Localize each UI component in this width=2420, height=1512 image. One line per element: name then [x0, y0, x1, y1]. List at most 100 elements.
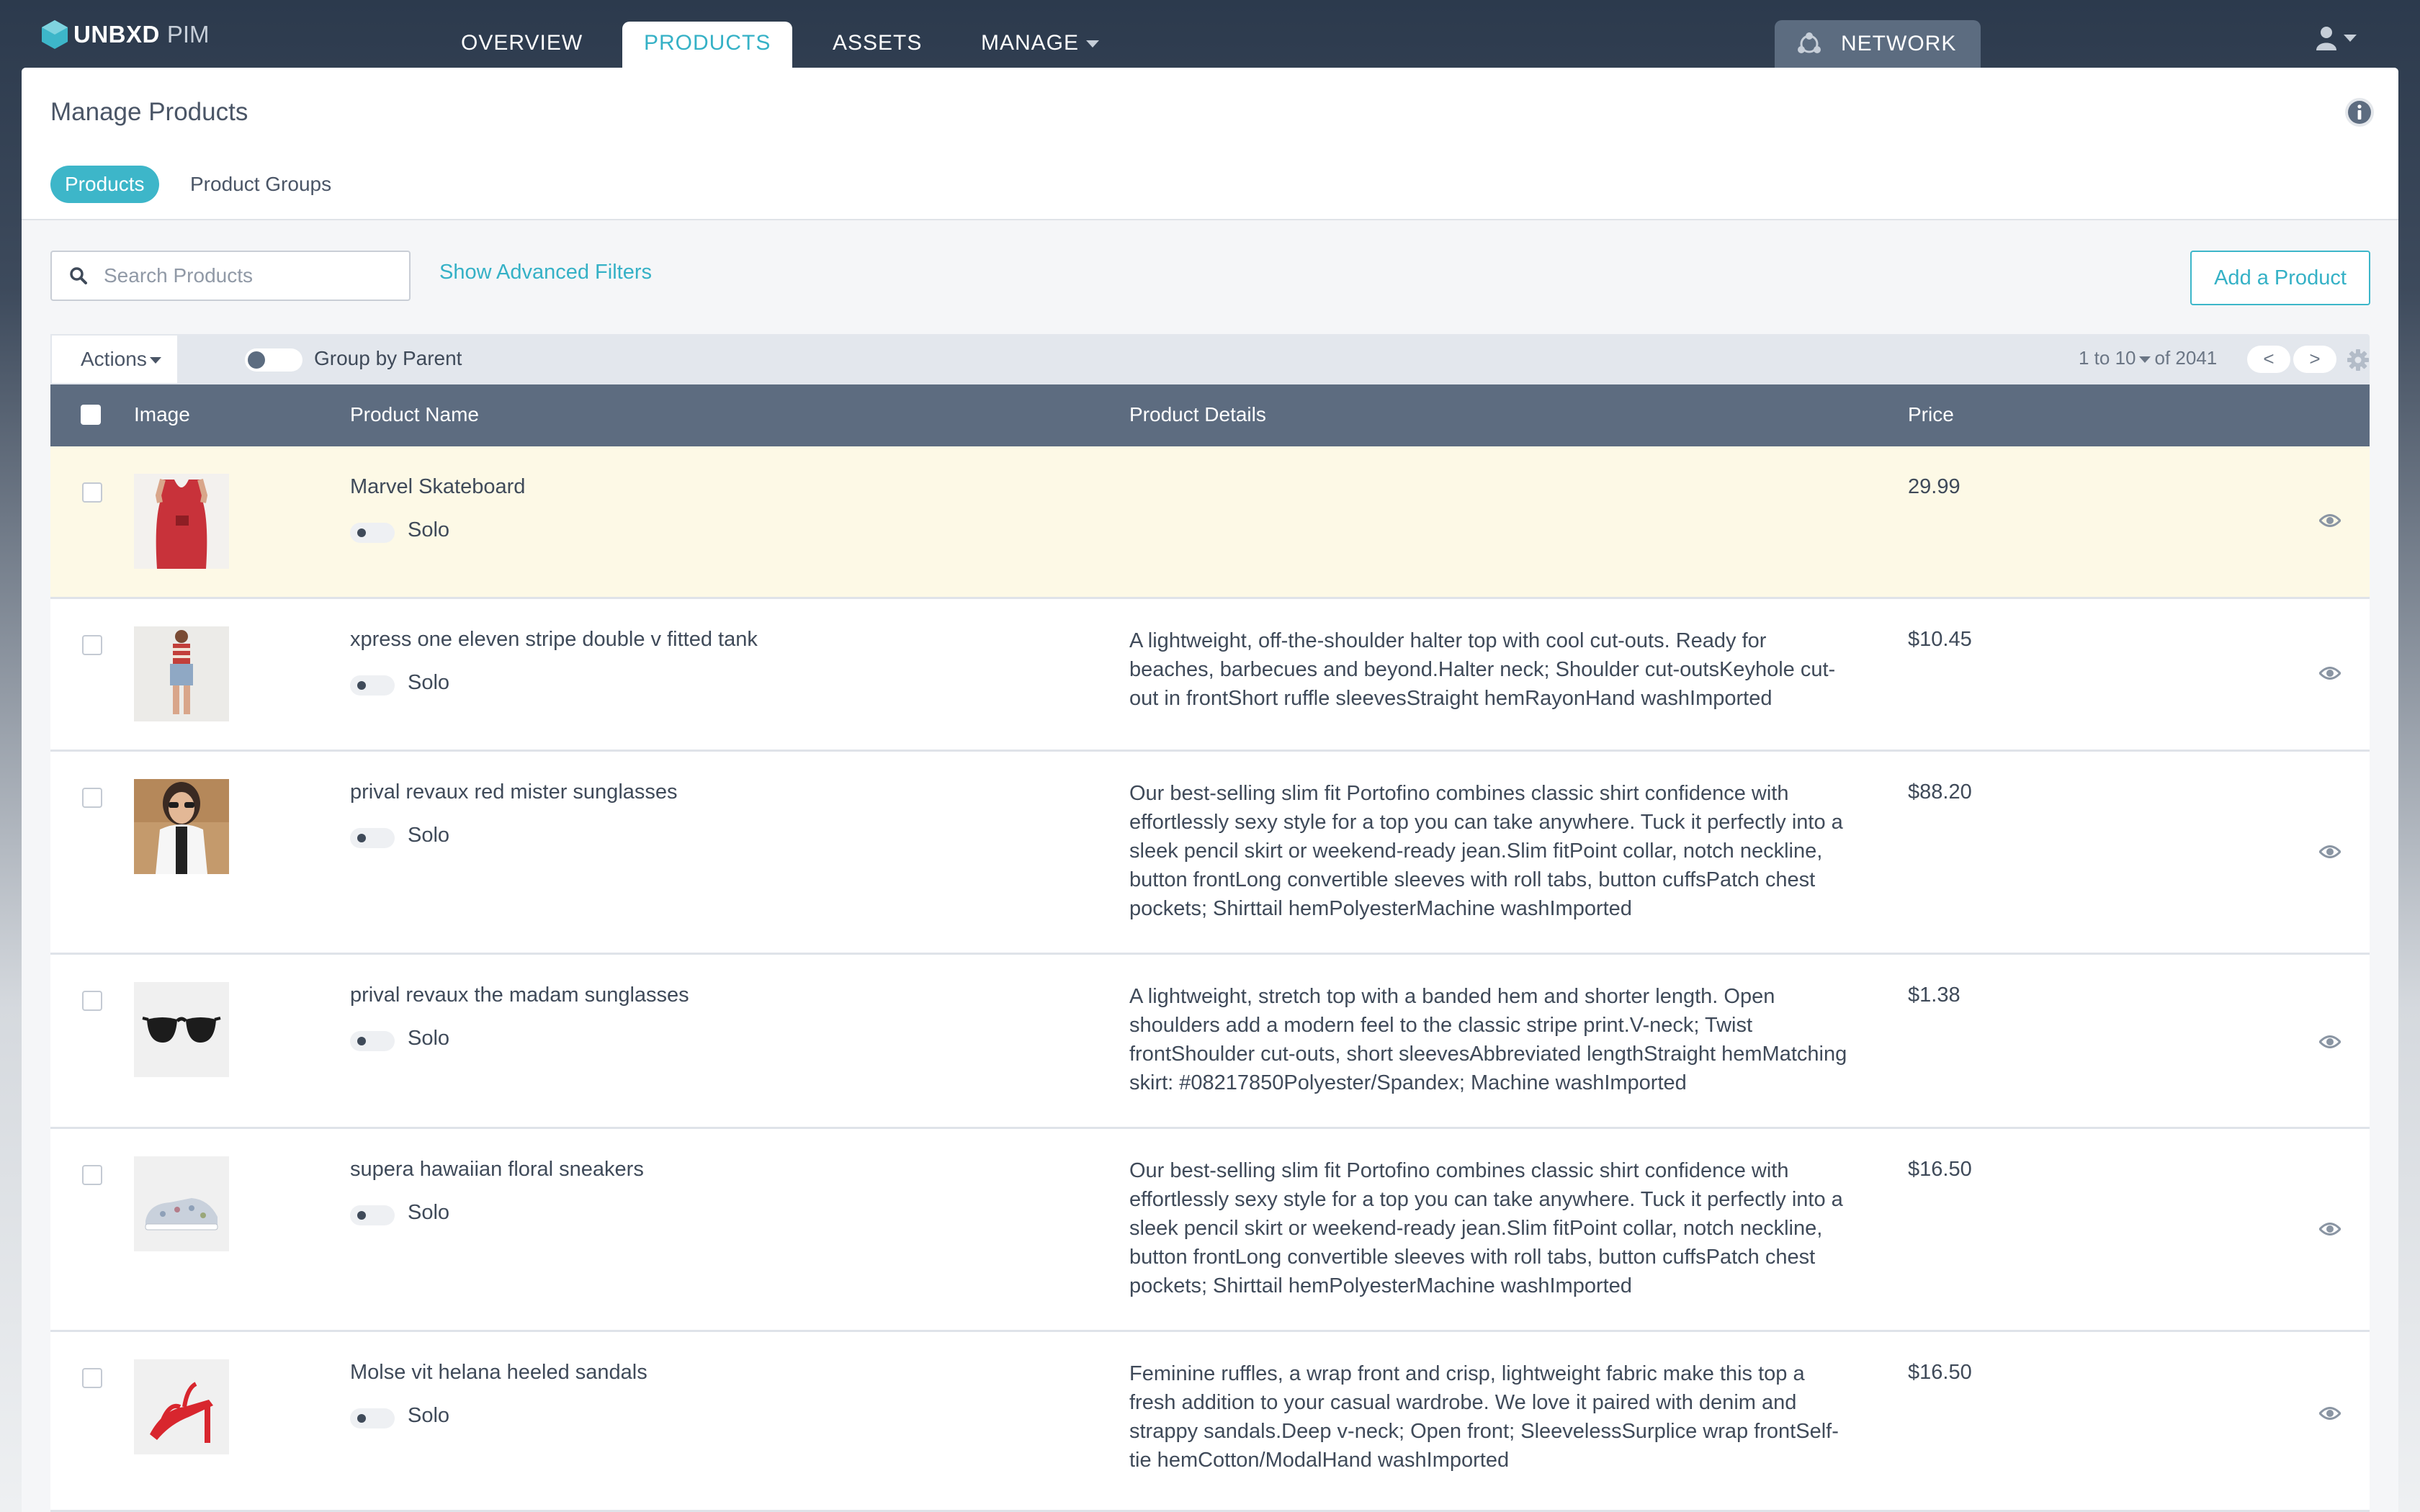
product-price: $10.45	[1908, 628, 1972, 651]
table-row[interactable]: prival revaux the madam sunglasses Solo …	[50, 955, 2370, 1129]
eye-icon[interactable]	[2319, 665, 2341, 681]
eye-icon[interactable]	[2319, 513, 2341, 528]
product-details: Our best-selling slim fit Portofino comb…	[1129, 1159, 1843, 1297]
product-price: 29.99	[1908, 475, 1960, 498]
product-type: Solo	[408, 824, 450, 847]
row-checkbox[interactable]	[82, 1368, 102, 1388]
nav-tab-assets[interactable]: ASSETS	[811, 22, 944, 68]
product-name[interactable]: supera hawaiian floral sneakers	[350, 1158, 644, 1182]
row-checkbox[interactable]	[82, 635, 102, 655]
model-denim-shorts-image	[134, 626, 229, 721]
group-by-parent-label: Group by Parent	[314, 347, 462, 369]
chevron-down-icon	[149, 357, 161, 364]
product-name[interactable]: prival revaux the madam sunglasses	[350, 984, 689, 1007]
subtab-product-groups[interactable]: Product Groups	[190, 166, 331, 203]
red-heeled-sandal-image	[134, 1359, 229, 1454]
eye-icon[interactable]	[2319, 844, 2341, 860]
info-icon[interactable]	[2344, 96, 2375, 128]
product-details: A lightweight, off-the-shoulder halter t…	[1129, 629, 1836, 710]
product-thumbnail[interactable]	[134, 1156, 229, 1251]
column-header-product-name[interactable]: Product Name	[350, 403, 479, 426]
actions-label: Actions	[81, 348, 147, 370]
row-checkbox[interactable]	[82, 482, 102, 503]
add-product-button[interactable]: Add a Product	[2190, 251, 2370, 305]
total-count: of 2041	[2154, 347, 2218, 369]
solo-dot	[357, 681, 366, 690]
pagination-info: 1 to 10 of 2041	[2079, 347, 2217, 369]
search-field[interactable]	[50, 251, 411, 301]
table-toolbar: Actions Group by Parent 1 to 10 of 2041 <…	[50, 334, 2370, 384]
row-checkbox[interactable]	[82, 1165, 102, 1185]
network-label: NETWORK	[1841, 32, 1957, 55]
gear-icon[interactable]	[2347, 348, 2370, 372]
next-page-button[interactable]: >	[2293, 346, 2336, 373]
row-checkbox[interactable]	[82, 991, 102, 1011]
actions-dropdown[interactable]: Actions	[50, 334, 179, 384]
product-thumbnail[interactable]	[134, 1359, 229, 1454]
user-icon	[2316, 27, 2336, 50]
select-all-checkbox[interactable]	[81, 405, 101, 425]
table-row[interactable]: supera hawaiian floral sneakers Solo Our…	[50, 1129, 2370, 1332]
solo-indicator	[350, 675, 395, 696]
product-thumbnail[interactable]	[134, 626, 229, 721]
table-header: Image Product Name Product Details Price	[50, 384, 2370, 446]
solo-dot	[357, 1211, 366, 1220]
chevron-down-icon[interactable]	[2138, 356, 2151, 363]
solo-indicator	[350, 1408, 395, 1428]
nav-tab-label: OVERVIEW	[461, 31, 583, 55]
table-row[interactable]: Marvel Skateboard Solo 29.99	[50, 446, 2370, 599]
nav-tab-products[interactable]: PRODUCTS	[622, 22, 793, 68]
product-price: $16.50	[1908, 1361, 1972, 1384]
nav-tab-overview[interactable]: OVERVIEW	[439, 22, 604, 68]
top-nav: UNBXD PIM OVERVIEW PRODUCTS ASSETS MANAG…	[0, 0, 2420, 68]
brand-product: PIM	[166, 21, 210, 48]
product-thumbnail[interactable]	[134, 474, 229, 569]
product-type: Solo	[408, 518, 450, 541]
group-by-parent-toggle[interactable]	[245, 348, 302, 372]
column-header-image[interactable]: Image	[134, 403, 190, 426]
nav-tab-manage[interactable]: MANAGE	[959, 22, 1121, 68]
product-name[interactable]: Marvel Skateboard	[350, 475, 525, 499]
table-row[interactable]: xpress one eleven stripe double v fitted…	[50, 599, 2370, 752]
page-size-select[interactable]: 1 to 10	[2079, 347, 2136, 369]
prev-page-button[interactable]: <	[2247, 346, 2290, 373]
product-type: Solo	[408, 1404, 450, 1427]
network-button[interactable]: NETWORK	[1775, 20, 1981, 68]
subtab-products[interactable]: Products	[50, 166, 159, 203]
column-header-price[interactable]: Price	[1908, 403, 1954, 426]
row-checkbox[interactable]	[82, 788, 102, 808]
chevron-down-icon	[1086, 40, 1100, 48]
product-type: Solo	[408, 1201, 450, 1224]
table-row[interactable]: prival revaux red mister sunglasses Solo…	[50, 752, 2370, 955]
user-menu[interactable]	[2316, 26, 2357, 50]
eye-icon[interactable]	[2319, 1221, 2341, 1237]
product-details: Feminine ruffles, a wrap front and crisp…	[1129, 1362, 1839, 1472]
solo-indicator	[350, 828, 395, 848]
search-icon	[70, 267, 87, 284]
eye-icon[interactable]	[2319, 1405, 2341, 1421]
red-tank-top-image	[134, 474, 229, 569]
product-thumbnail[interactable]	[134, 779, 229, 874]
solo-dot	[357, 1037, 366, 1045]
product-thumbnail[interactable]	[134, 982, 229, 1077]
floral-sneaker-image	[134, 1156, 229, 1251]
product-name[interactable]: prival revaux red mister sunglasses	[350, 780, 678, 804]
show-advanced-filters-link[interactable]: Show Advanced Filters	[439, 261, 652, 284]
column-header-product-details[interactable]: Product Details	[1129, 403, 1266, 426]
product-name[interactable]: Molse vit helana heeled sandals	[350, 1361, 647, 1385]
brand-logo[interactable]: UNBXD PIM	[40, 17, 210, 52]
solo-dot	[357, 834, 366, 842]
product-price: $88.20	[1908, 780, 1972, 804]
hexagon-logo-icon	[42, 20, 68, 49]
brand-name: UNBXD	[73, 21, 160, 48]
solo-indicator	[350, 1205, 395, 1225]
search-input[interactable]	[104, 264, 392, 287]
nav-tab-label: MANAGE	[981, 31, 1080, 55]
chevron-down-icon	[2344, 35, 2357, 42]
product-price: $16.50	[1908, 1158, 1972, 1181]
eye-icon[interactable]	[2319, 1034, 2341, 1050]
product-type: Solo	[408, 1027, 450, 1050]
table-row[interactable]: Molse vit helana heeled sandals Solo Fem…	[50, 1332, 2370, 1512]
nav-tab-label: ASSETS	[833, 31, 923, 55]
product-name[interactable]: xpress one eleven stripe double v fitted…	[350, 628, 758, 652]
